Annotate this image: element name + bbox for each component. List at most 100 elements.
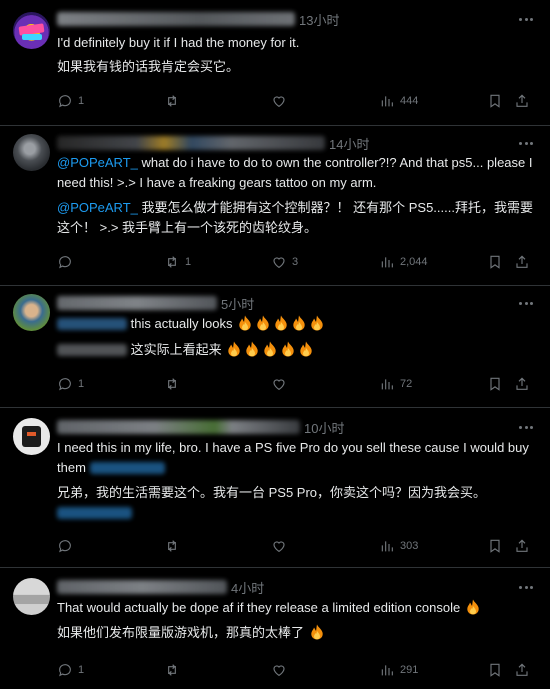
share-icon: [514, 662, 530, 678]
fire-emoji: [245, 341, 259, 357]
bookmark-icon: [487, 538, 503, 554]
reply-count: 1: [78, 378, 85, 390]
reply-button[interactable]: [57, 254, 78, 270]
tweet-text-zh: 这实际上看起来: [57, 340, 534, 360]
bookmark-icon: [487, 376, 503, 392]
author-name-redacted: [57, 580, 227, 594]
reply-icon: [57, 538, 73, 554]
share-button[interactable]: [514, 662, 530, 678]
tweet-text-en: That would actually be dope af if they r…: [57, 598, 534, 618]
more-icon[interactable]: [516, 577, 536, 597]
avatar[interactable]: [13, 12, 50, 49]
author-name-redacted: [57, 12, 295, 26]
mention-redacted-wrap: [57, 506, 132, 524]
tweet-text-en: this actually looks: [57, 314, 534, 334]
tweet-text-en: I'd definitely buy it if I had the money…: [57, 35, 300, 50]
retweet-icon: [164, 538, 180, 554]
more-icon[interactable]: [516, 133, 536, 153]
mention-redacted[interactable]: [57, 344, 127, 356]
bookmark-icon: [487, 662, 503, 678]
tweet-3[interactable]: 5小时 this actually looks 这实际上看起来 1 72: [0, 286, 550, 408]
mention-redacted[interactable]: [57, 507, 132, 519]
tweet-header: 13小时: [57, 9, 536, 29]
mention-redacted[interactable]: [57, 318, 127, 330]
fire-emoji: [227, 341, 241, 357]
avatar[interactable]: [13, 578, 50, 615]
views-button[interactable]: 303: [379, 538, 418, 554]
timestamp[interactable]: 13小时: [299, 10, 339, 29]
share-button[interactable]: [514, 254, 530, 270]
more-icon[interactable]: [516, 417, 536, 437]
bookmark-button[interactable]: [487, 538, 503, 554]
timestamp[interactable]: 10小时: [304, 418, 344, 437]
tweet-text-zh: @POPeART_ 我要怎么做才能拥有这个控制器？！ 还有那个 PS5.....…: [57, 200, 533, 235]
fire-emoji: [292, 315, 306, 331]
share-button[interactable]: [514, 93, 530, 109]
bookmark-icon: [487, 93, 503, 109]
views-button[interactable]: 444: [379, 93, 418, 109]
share-icon: [514, 93, 530, 109]
fire-emoji: [238, 315, 252, 331]
bookmark-button[interactable]: [487, 376, 503, 392]
reply-button[interactable]: 1: [57, 376, 84, 392]
retweet-button[interactable]: 1: [164, 254, 191, 270]
tweet-text-en: @POPeART_ what do i have to do to own th…: [57, 155, 533, 190]
views-icon: [379, 538, 395, 554]
retweet-button[interactable]: [164, 662, 185, 678]
avatar[interactable]: [13, 134, 50, 171]
retweet-icon: [164, 254, 180, 270]
tweet-header: 5小时: [57, 293, 536, 313]
tweet-header: 14小时: [57, 133, 536, 153]
timestamp[interactable]: 5小时: [221, 294, 254, 313]
bookmark-button[interactable]: [487, 254, 503, 270]
reply-count: 1: [78, 664, 85, 676]
mention-link[interactable]: @POPeART_: [57, 200, 138, 215]
fire-emoji: [299, 341, 313, 357]
views-icon: [379, 93, 395, 109]
like-button[interactable]: [271, 662, 292, 678]
views-button[interactable]: 72: [379, 376, 412, 392]
share-icon: [514, 376, 530, 392]
mention-redacted[interactable]: [89, 462, 165, 474]
bookmark-button[interactable]: [487, 662, 503, 678]
tweet-4[interactable]: 10小时 I need this in my life, bro. I have…: [0, 408, 550, 568]
action-bar: 1 72: [57, 376, 536, 396]
tweet-5[interactable]: 4小时 That would actually be dope af if th…: [0, 568, 550, 689]
views-button[interactable]: 2,044: [379, 254, 428, 270]
like-button[interactable]: [271, 93, 292, 109]
more-icon[interactable]: [516, 293, 536, 313]
share-button[interactable]: [514, 538, 530, 554]
timestamp[interactable]: 14小时: [329, 134, 369, 153]
retweet-button[interactable]: [164, 93, 185, 109]
fire-emoji: [281, 341, 295, 357]
bookmark-button[interactable]: [487, 93, 503, 109]
tweet-text-zh: 兄弟，我的生活需要这个。我有一台 PS5 Pro，你卖这个吗？因为我会买。: [57, 485, 487, 500]
retweet-icon: [164, 662, 180, 678]
mention-link[interactable]: @POPeART_: [57, 155, 138, 170]
more-icon[interactable]: [516, 9, 536, 29]
action-bar: 1 3 2,044: [57, 254, 536, 274]
like-button[interactable]: [271, 538, 292, 554]
like-button[interactable]: 3: [271, 254, 298, 270]
views-button[interactable]: 291: [379, 662, 418, 678]
avatar[interactable]: [13, 294, 50, 331]
avatar[interactable]: [13, 418, 50, 455]
retweet-button[interactable]: [164, 376, 185, 392]
action-bar: 1 444: [57, 93, 536, 113]
views-icon: [379, 254, 395, 270]
retweet-icon: [164, 93, 180, 109]
reply-button[interactable]: 1: [57, 662, 84, 678]
tweet-2[interactable]: 14小时 @POPeART_ what do i have to do to o…: [0, 126, 550, 286]
retweet-count: 1: [185, 256, 192, 268]
reply-button[interactable]: [57, 538, 78, 554]
like-count: 3: [292, 256, 299, 268]
fire-emoji: [310, 315, 324, 331]
reply-button[interactable]: 1: [57, 93, 84, 109]
retweet-button[interactable]: [164, 538, 185, 554]
like-button[interactable]: [271, 376, 292, 392]
action-bar: 1 291: [57, 662, 536, 682]
tweet-1[interactable]: 13小时 I'd definitely buy it if I had the …: [0, 0, 550, 126]
share-button[interactable]: [514, 376, 530, 392]
timestamp[interactable]: 4小时: [231, 578, 264, 597]
like-icon: [271, 662, 287, 678]
